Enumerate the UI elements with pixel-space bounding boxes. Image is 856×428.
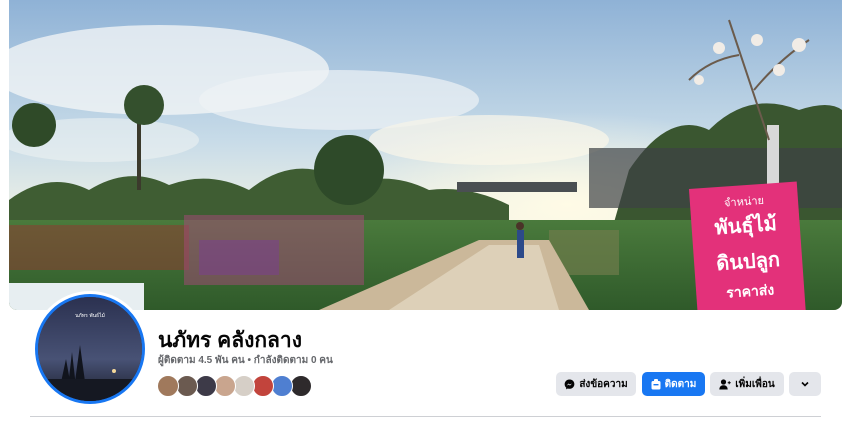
avatar-caption: นภัทร พันธ์ไม้ — [75, 312, 105, 319]
messenger-icon — [564, 379, 575, 389]
message-button-label: ส่งข้อความ — [579, 378, 628, 390]
more-options-button[interactable] — [789, 372, 821, 396]
follower-avatar[interactable] — [195, 375, 217, 397]
profile-picture[interactable]: นภัทร พันธ์ไม้ — [32, 291, 148, 407]
chevron-down-icon — [801, 381, 809, 387]
header-divider — [30, 416, 821, 417]
add-friend-button-label: เพิ่มเพื่อน — [735, 378, 775, 390]
follow-button[interactable]: ติดตาม — [642, 372, 705, 396]
follower-avatar[interactable] — [176, 375, 198, 397]
avatar: นภัทร พันธ์ไม้ — [35, 294, 145, 404]
sign-line-1: จำหน่าย — [724, 194, 765, 210]
follower-avatar[interactable] — [252, 375, 274, 397]
avatar-image: นภัทร พันธ์ไม้ — [38, 297, 142, 401]
cover-photo-image: จำหน่าย พันธุ์ไม้ ดินปลูก ราคาส่ง — [9, 0, 842, 310]
add-friend-icon — [719, 378, 731, 389]
follower-avatar[interactable] — [271, 375, 293, 397]
follower-avatar[interactable] — [214, 375, 236, 397]
follow-stats[interactable]: ผู้ติดตาม 4.5 พัน คน • กำลังติดตาม 0 คน — [158, 353, 333, 368]
follow-button-label: ติดตาม — [664, 378, 697, 390]
follower-avatar[interactable] — [157, 375, 179, 397]
follower-avatar[interactable] — [290, 375, 312, 397]
message-button[interactable]: ส่งข้อความ — [556, 372, 636, 396]
add-friend-button[interactable]: เพิ่มเพื่อน — [710, 372, 784, 396]
cover-photo[interactable]: จำหน่าย พันธุ์ไม้ ดินปลูก ราคาส่ง — [9, 0, 842, 310]
follow-icon — [651, 378, 661, 389]
sign-line-4: ราคาส่ง — [726, 282, 775, 301]
follower-avatar[interactable] — [233, 375, 255, 397]
